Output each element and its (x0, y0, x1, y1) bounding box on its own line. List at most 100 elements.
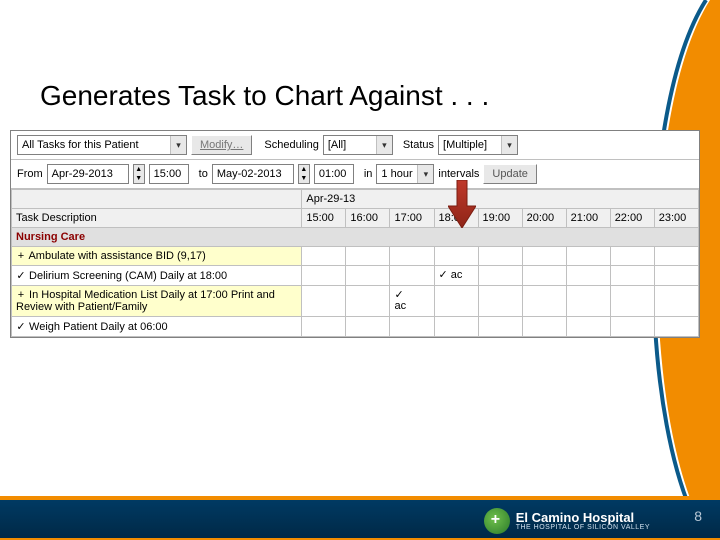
scheduling-value: [All] (328, 139, 346, 151)
check-icon: ✓ (16, 320, 26, 333)
time-cell[interactable] (566, 247, 610, 266)
page-number: 8 (694, 508, 702, 524)
task-panel: All Tasks for this Patient Modify… Sched… (10, 130, 700, 338)
time-cell[interactable] (610, 247, 654, 266)
time-cell[interactable] (522, 286, 566, 317)
chevron-down-icon[interactable] (376, 136, 392, 154)
time-cell[interactable] (390, 266, 434, 286)
time-cell[interactable] (654, 317, 698, 337)
toolbar-row-2: From Apr-29-2013 ▲▼ 15:00 to May-02-2013… (11, 160, 699, 189)
time-cell[interactable] (302, 317, 346, 337)
time-cell[interactable] (610, 317, 654, 337)
task-grid: Apr-29-13 Task Description 15:00 16:00 1… (11, 189, 699, 337)
time-cell[interactable] (390, 247, 434, 266)
table-row[interactable]: + In Hospital Medication List Daily at 1… (12, 286, 699, 317)
time-cell[interactable] (610, 266, 654, 286)
time-cell[interactable] (522, 247, 566, 266)
time-cell[interactable] (390, 317, 434, 337)
task-filter-value: All Tasks for this Patient (22, 139, 139, 151)
scheduling-label: Scheduling (264, 139, 318, 151)
time-cell[interactable] (302, 286, 346, 317)
time-cell[interactable] (654, 247, 698, 266)
logo-mark-icon (484, 508, 510, 534)
col-time[interactable]: 20:00 (522, 209, 566, 228)
plus-icon: + (16, 289, 26, 301)
time-cell[interactable] (434, 317, 478, 337)
task-description-cell[interactable]: + Ambulate with assistance BID (9,17) (12, 247, 302, 266)
col-time[interactable]: 16:00 (346, 209, 390, 228)
time-cell[interactable] (566, 286, 610, 317)
status-value: [Multiple] (443, 139, 487, 151)
logo-line1: El Camino Hospital (516, 511, 650, 524)
to-date-spinner[interactable]: ▲▼ (298, 164, 310, 184)
time-cell[interactable] (610, 286, 654, 317)
task-description-cell[interactable]: ✓ Weigh Patient Daily at 06:00 (12, 317, 302, 337)
time-cell[interactable] (346, 247, 390, 266)
col-time[interactable]: 19:00 (478, 209, 522, 228)
time-cell[interactable] (346, 266, 390, 286)
time-cell[interactable] (434, 247, 478, 266)
col-time[interactable]: 17:00 (390, 209, 434, 228)
col-time[interactable]: 23:00 (654, 209, 698, 228)
chevron-down-icon[interactable] (170, 136, 186, 154)
plus-icon: + (16, 250, 26, 262)
col-task-description[interactable]: Task Description (12, 209, 302, 228)
time-cell[interactable] (478, 286, 522, 317)
time-cell[interactable] (302, 247, 346, 266)
col-time[interactable]: 21:00 (566, 209, 610, 228)
col-time[interactable]: 15:00 (302, 209, 346, 228)
update-button[interactable]: Update (483, 164, 536, 184)
task-description: Weigh Patient Daily at 06:00 (26, 321, 168, 333)
slide-footer: El Camino Hospital THE HOSPITAL OF SILIC… (0, 492, 720, 540)
from-date-input[interactable]: Apr-29-2013 (47, 164, 129, 184)
task-description-cell[interactable]: + In Hospital Medication List Daily at 1… (12, 286, 302, 317)
from-label: From (17, 168, 43, 180)
time-cell[interactable] (346, 286, 390, 317)
time-cell[interactable] (302, 266, 346, 286)
in-label: in (364, 168, 373, 180)
scheduling-combo[interactable]: [All] (323, 135, 393, 155)
column-header-row: Task Description 15:00 16:00 17:00 18:00… (12, 209, 699, 228)
time-cell[interactable] (522, 317, 566, 337)
chevron-down-icon[interactable] (501, 136, 517, 154)
task-description: Delirium Screening (CAM) Daily at 18:00 (26, 270, 227, 282)
modify-button-label: Modify… (200, 139, 243, 151)
to-time-input[interactable]: 01:00 (314, 164, 354, 184)
chevron-down-icon[interactable] (417, 165, 433, 183)
modify-button[interactable]: Modify… (191, 135, 252, 155)
table-row[interactable]: ✓ Weigh Patient Daily at 06:00 (12, 317, 699, 337)
interval-combo[interactable]: 1 hour (376, 164, 434, 184)
time-cell[interactable]: ✓ ac (390, 286, 434, 317)
section-label: Nursing Care (12, 228, 699, 247)
status-combo[interactable]: [Multiple] (438, 135, 518, 155)
time-cell[interactable] (478, 247, 522, 266)
time-cell[interactable] (478, 317, 522, 337)
time-cell[interactable] (522, 266, 566, 286)
from-date-spinner[interactable]: ▲▼ (133, 164, 145, 184)
col-time[interactable]: 22:00 (610, 209, 654, 228)
hospital-logo: El Camino Hospital THE HOSPITAL OF SILIC… (484, 508, 650, 534)
time-cell[interactable] (566, 317, 610, 337)
slide-title: Generates Task to Chart Against . . . (40, 80, 489, 112)
time-cell[interactable] (654, 266, 698, 286)
date-header: Apr-29-13 (302, 190, 699, 209)
to-label: to (199, 168, 208, 180)
time-cell[interactable] (346, 317, 390, 337)
task-filter-combo[interactable]: All Tasks for this Patient (17, 135, 187, 155)
logo-text: El Camino Hospital THE HOSPITAL OF SILIC… (516, 511, 650, 531)
toolbar-row-1: All Tasks for this Patient Modify… Sched… (11, 131, 699, 160)
from-time-input[interactable]: 15:00 (149, 164, 189, 184)
table-row[interactable]: ✓ Delirium Screening (CAM) Daily at 18:0… (12, 266, 699, 286)
time-cell[interactable] (566, 266, 610, 286)
task-description-cell[interactable]: ✓ Delirium Screening (CAM) Daily at 18:0… (12, 266, 302, 286)
section-row: Nursing Care (12, 228, 699, 247)
time-cell[interactable] (434, 286, 478, 317)
time-cell[interactable] (654, 286, 698, 317)
time-cell[interactable] (478, 266, 522, 286)
intervals-label: intervals (438, 168, 479, 180)
logo-tagline: THE HOSPITAL OF SILICON VALLEY (516, 524, 650, 531)
table-row[interactable]: + Ambulate with assistance BID (9,17) (12, 247, 699, 266)
to-date-input[interactable]: May-02-2013 (212, 164, 294, 184)
status-label: Status (403, 139, 434, 151)
time-cell[interactable]: ✓ ac (434, 266, 478, 286)
